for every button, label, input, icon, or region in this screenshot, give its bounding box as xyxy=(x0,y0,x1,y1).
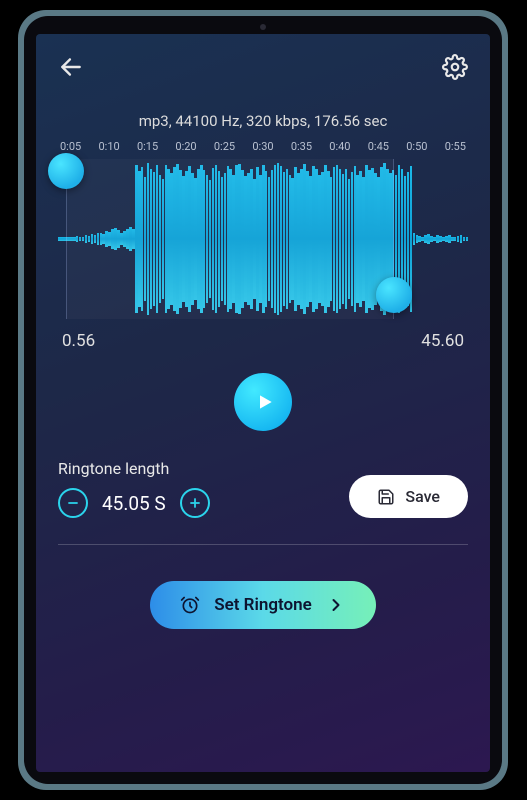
increase-length-button[interactable] xyxy=(180,488,210,518)
set-ringtone-label: Set Ringtone xyxy=(214,595,312,615)
tick-label: 0:05 xyxy=(60,140,81,153)
divider xyxy=(58,544,468,545)
back-button[interactable] xyxy=(58,54,84,80)
header xyxy=(58,54,468,80)
tick-label: 0:10 xyxy=(98,140,119,153)
play-row xyxy=(58,373,468,431)
tick-label: 0:25 xyxy=(214,140,235,153)
tick-label: 0:35 xyxy=(291,140,312,153)
tick-label: 0:50 xyxy=(406,140,427,153)
waveform-area[interactable] xyxy=(58,159,468,319)
chevron-right-icon xyxy=(326,595,346,615)
selection-start-handle[interactable] xyxy=(48,153,84,189)
app-screen: mp3, 44100 Hz, 320 kbps, 176.56 sec 0:05… xyxy=(36,34,490,772)
play-button[interactable] xyxy=(234,373,292,431)
plus-icon xyxy=(188,496,202,510)
audio-info-text: mp3, 44100 Hz, 320 kbps, 176.56 sec xyxy=(58,112,468,130)
save-button-label: Save xyxy=(405,487,440,506)
length-row: Ringtone length 45.05 S Save xyxy=(58,459,468,518)
ringtone-length-value: 45.05 S xyxy=(102,492,166,515)
set-ringtone-button[interactable]: Set Ringtone xyxy=(150,581,376,629)
tick-label: 0:20 xyxy=(175,140,196,153)
length-controls: 45.05 S xyxy=(58,488,210,518)
minus-icon xyxy=(66,496,80,510)
ringtone-length-block: Ringtone length 45.05 S xyxy=(58,459,210,518)
tick-label: 0:55 xyxy=(445,140,466,153)
time-row: 0.56 45.60 xyxy=(58,331,468,351)
ringtone-length-label: Ringtone length xyxy=(58,459,210,478)
save-icon xyxy=(377,488,395,506)
tick-label: 0:45 xyxy=(368,140,389,153)
alarm-icon xyxy=(180,595,200,615)
selection-overlay xyxy=(66,159,394,319)
time-ticks: 0:05 0:10 0:15 0:20 0:25 0:30 0:35 0:40 0:45 0:50… xyxy=(58,140,468,153)
tick-label: 0:30 xyxy=(252,140,273,153)
camera-dot xyxy=(260,24,266,30)
selection-end-handle[interactable] xyxy=(376,277,412,313)
device-bezel: mp3, 44100 Hz, 320 kbps, 176.56 sec 0:05… xyxy=(24,16,502,784)
decrease-length-button[interactable] xyxy=(58,488,88,518)
start-time-value: 0.56 xyxy=(62,331,95,351)
settings-button[interactable] xyxy=(442,54,468,80)
end-time-value: 45.60 xyxy=(421,331,464,351)
device-frame: mp3, 44100 Hz, 320 kbps, 176.56 sec 0:05… xyxy=(18,10,508,790)
tick-label: 0:40 xyxy=(329,140,350,153)
save-button[interactable]: Save xyxy=(349,475,468,518)
tick-label: 0:15 xyxy=(137,140,158,153)
play-icon xyxy=(255,392,275,412)
set-ringtone-row: Set Ringtone xyxy=(58,581,468,629)
